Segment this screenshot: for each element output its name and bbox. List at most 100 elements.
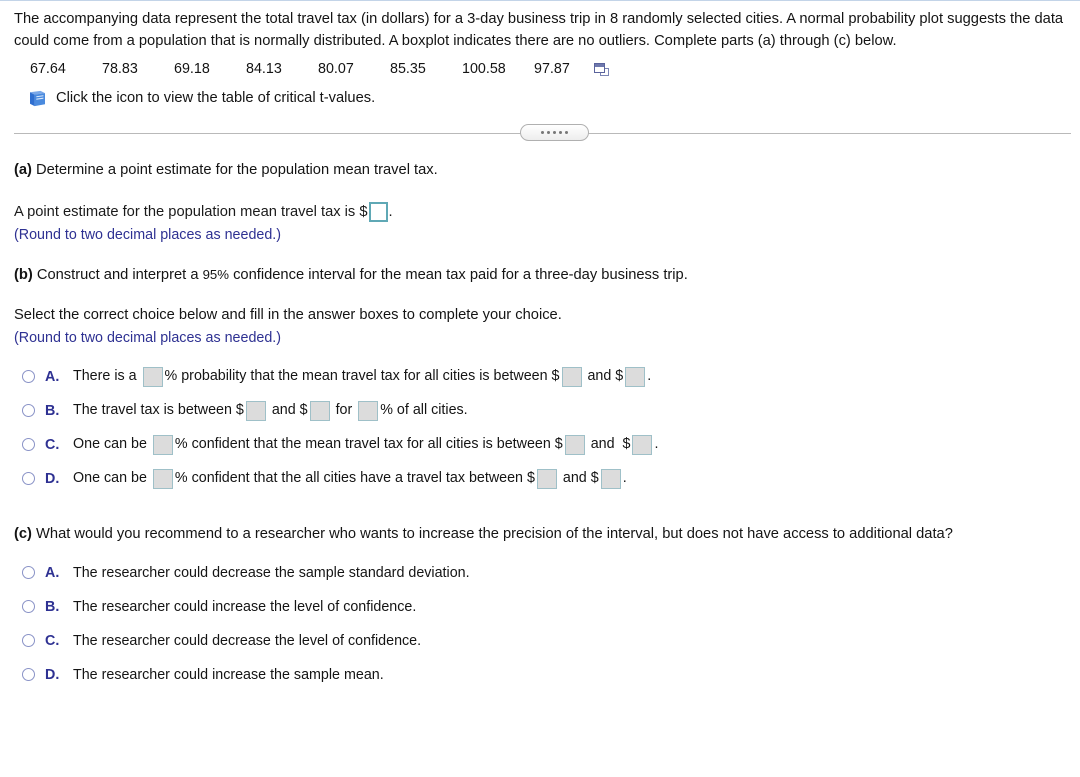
option-segment: . [622, 470, 627, 486]
part-b: (b) Construct and interpret a 95% confid… [14, 264, 1066, 496]
part-a-answer-suffix: . [388, 204, 393, 220]
part-b-rounding-hint: (Round to two decimal places as needed.) [14, 330, 282, 346]
part-c-question: (c) What would you recommend to a resear… [14, 524, 1066, 545]
option-segment: and $ [267, 402, 308, 418]
option-blank-input[interactable] [564, 434, 585, 455]
radio-icon[interactable] [22, 472, 35, 485]
part-c-option-c[interactable]: C. The researcher could decrease the lev… [14, 624, 1066, 658]
part-a-label: (a) [14, 162, 32, 178]
option-text: One can be % confident that the mean tra… [73, 434, 658, 455]
handle-dot [541, 131, 544, 134]
part-c-option-a[interactable]: A. The researcher could decrease the sam… [14, 556, 1066, 590]
data-value: 84.13 [246, 61, 282, 77]
problem-statement: The accompanying data represent the tota… [14, 11, 1064, 49]
part-a: (a) Determine a point estimate for the p… [14, 160, 1066, 245]
part-a-answer-line: A point estimate for the population mean… [14, 201, 1066, 223]
part-c-question-text: What would you recommend to a researcher… [31, 526, 953, 542]
radio-icon[interactable] [22, 634, 35, 647]
data-value: 78.83 [102, 61, 138, 77]
part-c-options: A. The researcher could decrease the sam… [14, 556, 1066, 692]
option-blank-input[interactable] [152, 434, 173, 455]
radio-icon[interactable] [22, 370, 35, 383]
part-b-option-d[interactable]: D. One can be % confident that the all c… [14, 462, 1066, 496]
option-blank-input[interactable] [625, 366, 646, 387]
part-b-question-pre: Construct and interpret a [32, 267, 203, 283]
option-text: The researcher could increase the level … [73, 599, 417, 615]
data-value: 80.07 [318, 61, 354, 77]
option-segment: and $ [586, 436, 631, 452]
option-letter: D. [45, 667, 60, 683]
option-letter: D. [45, 471, 60, 487]
option-segment: % confident that the all cities have a t… [174, 470, 535, 486]
option-text: The researcher could decrease the sample… [73, 565, 470, 581]
critical-t-values-label[interactable]: Click the icon to view the table of crit… [56, 88, 375, 108]
option-blank-input[interactable] [152, 468, 173, 489]
option-segment: % of all cities. [380, 402, 468, 418]
option-letter: C. [45, 437, 60, 453]
option-blank-input[interactable] [358, 400, 379, 421]
option-segment: % confident that the mean travel tax for… [174, 436, 563, 452]
option-text: There is a % probability that the mean t… [73, 366, 651, 387]
option-blank-input[interactable] [536, 468, 557, 489]
data-values-row: 67.64 78.83 69.18 84.13 80.07 85.35 100.… [14, 59, 1066, 79]
popout-front-pane [594, 62, 605, 73]
option-segment: for [331, 402, 357, 418]
option-blank-input[interactable] [632, 434, 653, 455]
critical-t-values-link-row[interactable]: Click the icon to view the table of crit… [14, 88, 1066, 108]
handle-dot [553, 131, 556, 134]
part-c: (c) What would you recommend to a resear… [14, 524, 1066, 692]
part-a-rounding-hint: (Round to two decimal places as needed.) [14, 227, 282, 243]
part-b-label: (b) [14, 267, 33, 283]
option-text: The researcher could increase the sample… [73, 667, 384, 683]
option-text: The travel tax is between $ and $ for % … [73, 400, 468, 421]
data-value: 100.58 [462, 61, 506, 77]
option-segment: % probability that the mean travel tax f… [164, 368, 560, 384]
part-b-instruction: Select the correct choice below and fill… [14, 307, 562, 323]
part-b-option-c[interactable]: C. One can be % confident that the mean … [14, 428, 1066, 462]
section-divider [14, 122, 1071, 144]
part-a-question: (a) Determine a point estimate for the p… [14, 160, 1066, 181]
option-segment: and $ [583, 368, 624, 384]
radio-icon[interactable] [22, 438, 35, 451]
data-value: 97.87 [534, 61, 570, 77]
radio-icon[interactable] [22, 404, 35, 417]
option-blank-input[interactable] [142, 366, 163, 387]
option-letter: B. [45, 599, 60, 615]
part-c-option-b[interactable]: B. The researcher could increase the lev… [14, 590, 1066, 624]
option-blank-input[interactable] [561, 366, 582, 387]
radio-icon[interactable] [22, 600, 35, 613]
part-b-option-b[interactable]: B. The travel tax is between $ and $ for… [14, 394, 1066, 428]
data-value: 85.35 [390, 61, 426, 77]
option-blank-input[interactable] [309, 400, 330, 421]
radio-icon[interactable] [22, 668, 35, 681]
option-blank-input[interactable] [245, 400, 266, 421]
handle-dot [565, 131, 568, 134]
option-text: The researcher could decrease the level … [73, 633, 422, 649]
exercise-page: The accompanying data represent the tota… [0, 0, 1080, 692]
option-blank-input[interactable] [600, 468, 621, 489]
part-a-answer-input[interactable] [368, 202, 388, 222]
part-b-question-post: confidence interval for the mean tax pai… [228, 267, 688, 283]
book-icon[interactable] [28, 90, 47, 107]
part-b-question: (b) Construct and interpret a 95% confid… [14, 264, 1066, 286]
handle-dot [559, 131, 562, 134]
option-segment: The travel tax is between $ [73, 402, 244, 418]
divider-drag-handle[interactable] [520, 124, 589, 141]
option-letter: C. [45, 633, 60, 649]
part-b-confidence-level: 95% [202, 267, 229, 282]
data-value: 69.18 [174, 61, 210, 77]
part-a-answer-prefix: A point estimate for the population mean… [14, 204, 368, 220]
option-letter: A. [45, 369, 60, 385]
data-value: 67.64 [30, 61, 66, 77]
part-b-option-a[interactable]: A. There is a % probability that the mea… [14, 360, 1066, 394]
option-text: One can be % confident that the all citi… [73, 468, 627, 489]
part-c-option-d[interactable]: D. The researcher could increase the sam… [14, 658, 1066, 692]
radio-icon[interactable] [22, 566, 35, 579]
option-letter: A. [45, 565, 60, 581]
option-segment: . [647, 368, 652, 384]
handle-dot [547, 131, 550, 134]
part-b-options: A. There is a % probability that the mea… [14, 360, 1066, 496]
popout-window-icon[interactable] [594, 62, 609, 76]
option-segment: There is a [73, 368, 141, 384]
option-segment: . [654, 436, 659, 452]
